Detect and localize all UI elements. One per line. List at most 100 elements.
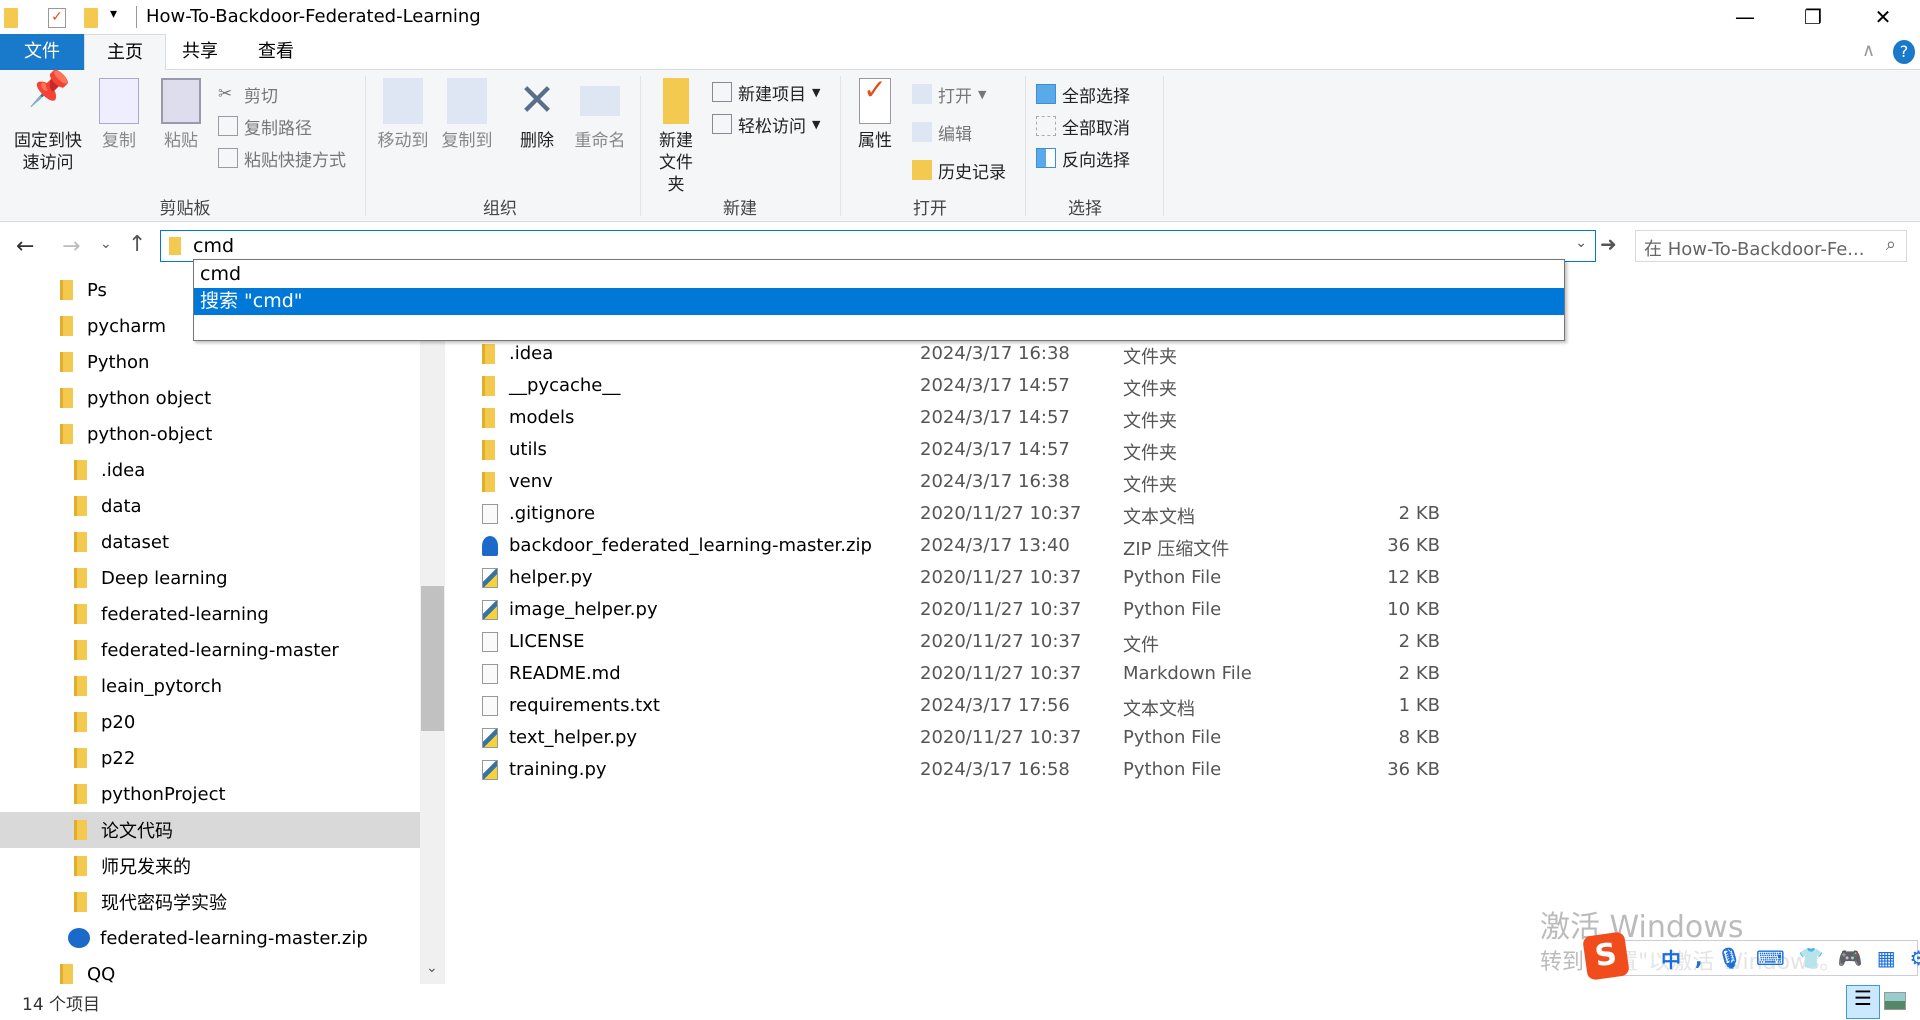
copy-path-button[interactable]: 复制路径 xyxy=(218,112,346,140)
tab-file[interactable]: 文件 xyxy=(0,34,84,70)
skin-icon[interactable]: 👕 xyxy=(1799,946,1824,970)
history-button[interactable]: 历史记录 xyxy=(912,156,1006,184)
rename-button[interactable]: 重命名 xyxy=(570,78,630,152)
nav-item[interactable]: p22 xyxy=(0,740,420,776)
edit-button[interactable]: 编辑 xyxy=(912,118,1006,146)
ime-logo-icon[interactable]: S xyxy=(1582,931,1630,981)
file-row[interactable]: requirements.txt 2024/3/17 17:56 文本文档 1 KB xyxy=(470,690,1470,722)
large-icons-view-button[interactable] xyxy=(1884,992,1906,1010)
file-row[interactable]: training.py 2024/3/17 16:58 Python File 36 … xyxy=(470,754,1470,786)
nav-item-label: .idea xyxy=(101,459,146,481)
autocomplete-item[interactable]: cmd xyxy=(194,261,1564,288)
nav-item[interactable]: federated-learning xyxy=(0,596,420,632)
nav-item[interactable]: 现代密码学实验 xyxy=(0,884,420,920)
collapse-ribbon-icon[interactable]: ∧ xyxy=(1862,40,1875,61)
easy-access-button[interactable]: 轻松访问 ▼ xyxy=(712,110,820,138)
forward-button[interactable]: → xyxy=(62,234,80,259)
ime-mode-toggle[interactable]: 中 xyxy=(1661,944,1681,973)
file-row[interactable]: models 2024/3/17 14:57 文件夹 xyxy=(470,402,1470,434)
nav-item[interactable]: p20 xyxy=(0,704,420,740)
file-row[interactable]: text_helper.py 2020/11/27 10:37 Python Fil… xyxy=(470,722,1470,754)
nav-item-label: Ps xyxy=(87,279,107,301)
file-row[interactable]: .idea 2024/3/17 16:38 文件夹 xyxy=(470,338,1470,370)
quick-access-dropdown-icon[interactable]: ▾ xyxy=(110,6,117,22)
microphone-icon[interactable]: 🎙 xyxy=(1717,946,1742,970)
address-dropdown-chevron-icon[interactable]: ⌄ xyxy=(1575,235,1587,251)
new-item-button[interactable]: 新建项目 ▼ xyxy=(712,78,820,106)
details-view-button[interactable]: ☰ xyxy=(1846,985,1880,1019)
pin-quick-access-button[interactable]: 📌 固定到快速访问 xyxy=(10,72,86,174)
file-row[interactable]: LICENSE 2020/11/27 10:37 文件 2 KB xyxy=(470,626,1470,658)
keyboard-icon[interactable]: ⌨ xyxy=(1756,946,1785,970)
nav-item[interactable]: pythonProject xyxy=(0,776,420,812)
file-row[interactable]: utils 2024/3/17 14:57 文件夹 xyxy=(470,434,1470,466)
file-name: venv xyxy=(509,471,553,492)
nav-item[interactable]: python-object xyxy=(0,416,420,452)
nav-item[interactable]: python object xyxy=(0,380,420,416)
restore-button[interactable]: ❐ xyxy=(1778,0,1848,34)
open-button[interactable]: 打开 ▼ xyxy=(912,80,1006,108)
settings-icon[interactable]: ⚙ xyxy=(1910,946,1920,970)
recent-locations-chevron-icon[interactable]: ⌄ xyxy=(100,236,112,252)
file-row[interactable]: .gitignore 2020/11/27 10:37 文本文档 2 KB xyxy=(470,498,1470,530)
scroll-down-icon[interactable]: ⌄ xyxy=(426,960,438,976)
punctuation-icon[interactable]: , xyxy=(1695,946,1703,970)
nav-scrollbar-thumb[interactable] xyxy=(421,586,444,731)
select-none-icon xyxy=(1036,116,1056,136)
new-folder-button[interactable]: 新建文件夹 xyxy=(645,78,707,196)
nav-item[interactable]: dataset xyxy=(0,524,420,560)
file-name: image_helper.py xyxy=(509,599,658,620)
address-bar[interactable]: cmd ⌄ xyxy=(160,230,1596,262)
folder-icon xyxy=(74,604,87,624)
paste-shortcut-button[interactable]: 粘贴快捷方式 xyxy=(218,144,346,172)
search-box[interactable]: 在 How-To-Backdoor-Fe... ⌕ xyxy=(1635,230,1907,262)
file-row[interactable]: image_helper.py 2020/11/27 10:37 Python Fi… xyxy=(470,594,1470,626)
tab-view[interactable]: 查看 xyxy=(236,34,316,70)
folder-icon xyxy=(74,568,87,588)
nav-item[interactable]: data xyxy=(0,488,420,524)
new-folder-quick-icon[interactable] xyxy=(84,8,98,28)
nav-item-label: data xyxy=(101,495,142,517)
file-row[interactable]: backdoor_federated_learning-master.zip 20… xyxy=(470,530,1470,562)
copy-to-button[interactable]: 复制到 xyxy=(436,78,498,152)
select-all-button[interactable]: 全部选择 xyxy=(1036,80,1130,108)
tab-home[interactable]: 主页 xyxy=(84,34,166,71)
cut-button[interactable]: ✂ 剪切 xyxy=(218,80,346,108)
select-none-button[interactable]: 全部取消 xyxy=(1036,112,1130,140)
autocomplete-item-search[interactable]: 搜索 "cmd" xyxy=(194,288,1564,315)
doc-icon xyxy=(482,664,498,684)
game-icon[interactable]: 🎮 xyxy=(1838,946,1863,970)
nav-item[interactable]: Deep learning xyxy=(0,560,420,596)
new-folder-icon xyxy=(663,78,689,124)
properties-button[interactable]: ✓ 属性 xyxy=(850,76,900,152)
copy-button[interactable]: 复制 xyxy=(96,78,142,152)
nav-item[interactable]: .idea xyxy=(0,452,420,488)
file-row[interactable]: helper.py 2020/11/27 10:37 Python File 12 K… xyxy=(470,562,1470,594)
back-button[interactable]: ← xyxy=(16,234,34,259)
nav-item[interactable]: leain_pytorch xyxy=(0,668,420,704)
file-size: 2 KB xyxy=(1398,631,1440,652)
nav-item[interactable]: QQ xyxy=(0,956,420,992)
move-to-button[interactable]: 移动到 xyxy=(372,78,434,152)
apps-icon[interactable]: ▦ xyxy=(1877,946,1896,970)
delete-button[interactable]: ✕ 删除 xyxy=(512,78,562,152)
nav-item[interactable]: 师兄发来的 xyxy=(0,848,420,884)
paste-button[interactable]: 粘贴 xyxy=(158,78,204,152)
help-icon[interactable]: ? xyxy=(1893,40,1915,64)
nav-item[interactable]: federated-learning-master.zip xyxy=(0,920,420,956)
search-input[interactable]: 在 How-To-Backdoor-Fe... xyxy=(1644,239,1864,260)
close-button[interactable]: ✕ xyxy=(1848,0,1918,34)
go-arrow-button[interactable]: ➜ xyxy=(1600,232,1617,256)
properties-quick-icon[interactable]: ✓ xyxy=(48,8,66,28)
nav-item[interactable]: Python xyxy=(0,344,420,380)
file-row[interactable]: README.md 2020/11/27 10:37 Markdown File 2 … xyxy=(470,658,1470,690)
nav-item[interactable]: 论文代码 xyxy=(0,812,420,848)
address-input[interactable]: cmd xyxy=(193,235,234,257)
file-row[interactable]: venv 2024/3/17 16:38 文件夹 xyxy=(470,466,1470,498)
invert-selection-button[interactable]: 反向选择 xyxy=(1036,144,1130,172)
tab-share[interactable]: 共享 xyxy=(160,34,240,70)
nav-item[interactable]: federated-learning-master xyxy=(0,632,420,668)
file-row[interactable]: __pycache__ 2024/3/17 14:57 文件夹 xyxy=(470,370,1470,402)
minimize-button[interactable]: — xyxy=(1710,0,1780,34)
up-button[interactable]: ↑ xyxy=(128,232,146,257)
